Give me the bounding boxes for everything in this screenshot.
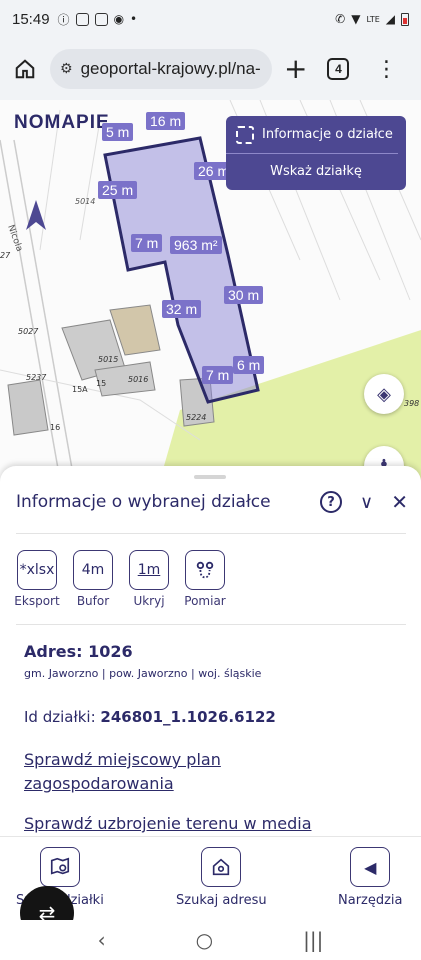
house-number: 15 bbox=[96, 379, 106, 388]
notification-icons: ⓘ ◉ • bbox=[58, 11, 138, 28]
home-icon[interactable] bbox=[10, 54, 40, 84]
export-tool[interactable]: *xlsx Eksport bbox=[14, 550, 60, 608]
address-bar[interactable]: ⚙ geoportal-krajowy.pl/na- bbox=[50, 49, 272, 89]
nav-label: Szukaj adresu bbox=[176, 893, 267, 908]
dimension-label: 16 m bbox=[146, 112, 186, 130]
dimension-label: 7 m bbox=[131, 234, 163, 252]
wifi-icon: ▼ bbox=[351, 12, 361, 26]
parcel-number: 5016 bbox=[128, 375, 148, 384]
address-details: gm. Jaworzno | pow. Jaworzno | woj. śląs… bbox=[24, 667, 262, 680]
parcel-id-value: 246801_1.1026.6122 bbox=[100, 708, 276, 726]
dot-icon: • bbox=[130, 12, 138, 26]
nav-search-address[interactable]: Szukaj adresu bbox=[176, 847, 267, 908]
parcel-number: 27 bbox=[0, 251, 11, 260]
parcel-info-panel: Informacje o działce Wskaż działkę bbox=[226, 116, 406, 190]
dimension-label: 5 m bbox=[102, 123, 134, 141]
site-settings-icon[interactable]: ⚙ bbox=[60, 61, 73, 77]
parcel-number: 5015 bbox=[98, 355, 118, 364]
measure-tool[interactable]: Pomiar bbox=[182, 550, 228, 608]
street-label: Nicola bbox=[5, 224, 24, 253]
parcel-number: 5237 bbox=[26, 373, 47, 382]
sheet-title: Informacje o wybranej działce bbox=[16, 492, 271, 512]
divider bbox=[16, 533, 406, 534]
map-search-icon bbox=[39, 847, 80, 887]
nav-label: Narzędzia bbox=[338, 893, 403, 908]
parcel-number: 5014 bbox=[75, 197, 95, 206]
sheet-handle[interactable] bbox=[194, 475, 226, 479]
buffer-tool[interactable]: 4m Bufor bbox=[70, 550, 116, 608]
parcel-info-label: Informacje o działce bbox=[262, 127, 393, 142]
divider bbox=[16, 624, 406, 625]
tool-label: Bufor bbox=[76, 594, 110, 608]
hide-tool[interactable]: 1m Ukryj bbox=[126, 550, 172, 608]
sheet-header: Informacje o wybranej działce ? ∨ ✕ bbox=[16, 484, 408, 520]
area-label: 963 m² bbox=[170, 236, 222, 254]
home-search-icon bbox=[201, 847, 242, 887]
layers-button[interactable]: ◈ bbox=[364, 374, 404, 414]
nav-tools[interactable]: ◀ Narzędzia bbox=[338, 847, 403, 908]
home-circle-icon[interactable]: ○ bbox=[196, 928, 213, 952]
map-view[interactable]: Nicola 5014 5015 5016 5027 5237 15A 15 1… bbox=[0, 100, 421, 480]
tool-row: *xlsx Eksport 4m Bufor 1m Ukryj Pomiar bbox=[14, 550, 228, 608]
parcel-info-sheet: Informacje o wybranej działce ? ∨ ✕ *xls… bbox=[0, 466, 421, 836]
system-icons: ✆ ▼ LTE ◢ bbox=[335, 12, 409, 26]
call-icon: ✆ bbox=[335, 12, 346, 26]
location-icon: ◉ bbox=[113, 12, 125, 26]
browser-toolbar: ⚙ geoportal-krajowy.pl/na- + 4 ⋮ bbox=[0, 38, 421, 100]
tool-label: Eksport bbox=[14, 594, 60, 608]
dimension-label: 30 m bbox=[224, 286, 264, 304]
parcel-info-button[interactable]: Informacje o działce bbox=[226, 116, 398, 154]
signal-icon: ◢ bbox=[385, 12, 395, 26]
parcel-id-label: Id działki: bbox=[24, 708, 101, 726]
layers-icon: ◈ bbox=[377, 383, 391, 405]
tool-label: Pomiar bbox=[184, 594, 226, 608]
status-bar: 15:49 ⓘ ◉ • ✆ ▼ LTE ◢ bbox=[0, 0, 421, 38]
house-number: 16 bbox=[50, 423, 60, 432]
ruler-icon[interactable] bbox=[185, 550, 225, 590]
parcel-id: Id działki: 246801_1.1026.6122 bbox=[24, 708, 276, 726]
recents-icon[interactable]: ||| bbox=[303, 928, 323, 952]
back-icon[interactable]: ‹ bbox=[98, 928, 106, 952]
export-xlsx-icon[interactable]: *xlsx bbox=[17, 550, 57, 590]
parcel-number: 398 bbox=[404, 399, 419, 408]
local-plan-link[interactable]: Sprawdź miejscowy plan zagospodarowania bbox=[24, 748, 284, 796]
grid-icon bbox=[94, 12, 108, 26]
tab-switcher-button[interactable]: 4 bbox=[327, 58, 350, 80]
dimension-label: 7 m bbox=[202, 366, 234, 384]
info-icon: ⓘ bbox=[57, 12, 70, 27]
select-area-icon bbox=[236, 125, 254, 144]
north-arrow bbox=[26, 200, 46, 230]
tool-label: Ukryj bbox=[133, 594, 165, 608]
image-icon bbox=[75, 12, 89, 26]
battery-icon bbox=[401, 12, 409, 26]
clock: 15:49 bbox=[12, 10, 50, 28]
hide-icon[interactable]: 1m bbox=[129, 550, 169, 590]
help-icon[interactable]: ? bbox=[320, 491, 343, 513]
parcel-number: 5027 bbox=[18, 327, 39, 336]
address-title: Adres: 1026 bbox=[24, 642, 133, 661]
chevron-down-icon[interactable]: ∨ bbox=[360, 492, 373, 513]
url-text: geoportal-krajowy.pl/na- bbox=[80, 59, 261, 78]
dimension-label: 25 m bbox=[98, 181, 138, 199]
utilities-link[interactable]: Sprawdź uzbrojenie terenu w media bbox=[24, 814, 312, 833]
menu-icon[interactable]: ⋮ bbox=[375, 57, 397, 82]
network-label: LTE bbox=[366, 14, 380, 24]
dimension-label: 6 m bbox=[233, 356, 265, 374]
system-navigation: ‹ ○ ||| bbox=[0, 920, 421, 960]
app-logo: NOMAPIE bbox=[14, 112, 110, 133]
close-icon[interactable]: ✕ bbox=[391, 490, 408, 514]
buffer-icon[interactable]: 4m bbox=[73, 550, 113, 590]
new-tab-icon[interactable]: + bbox=[284, 55, 307, 83]
parcel-number: 5224 bbox=[186, 413, 206, 422]
dimension-label: 32 m bbox=[162, 300, 202, 318]
point-parcel-button[interactable]: Wskaż działkę bbox=[226, 154, 406, 188]
building bbox=[7, 379, 49, 436]
house-number: 15A bbox=[72, 385, 88, 394]
chevron-left-icon: ◀ bbox=[350, 847, 391, 887]
